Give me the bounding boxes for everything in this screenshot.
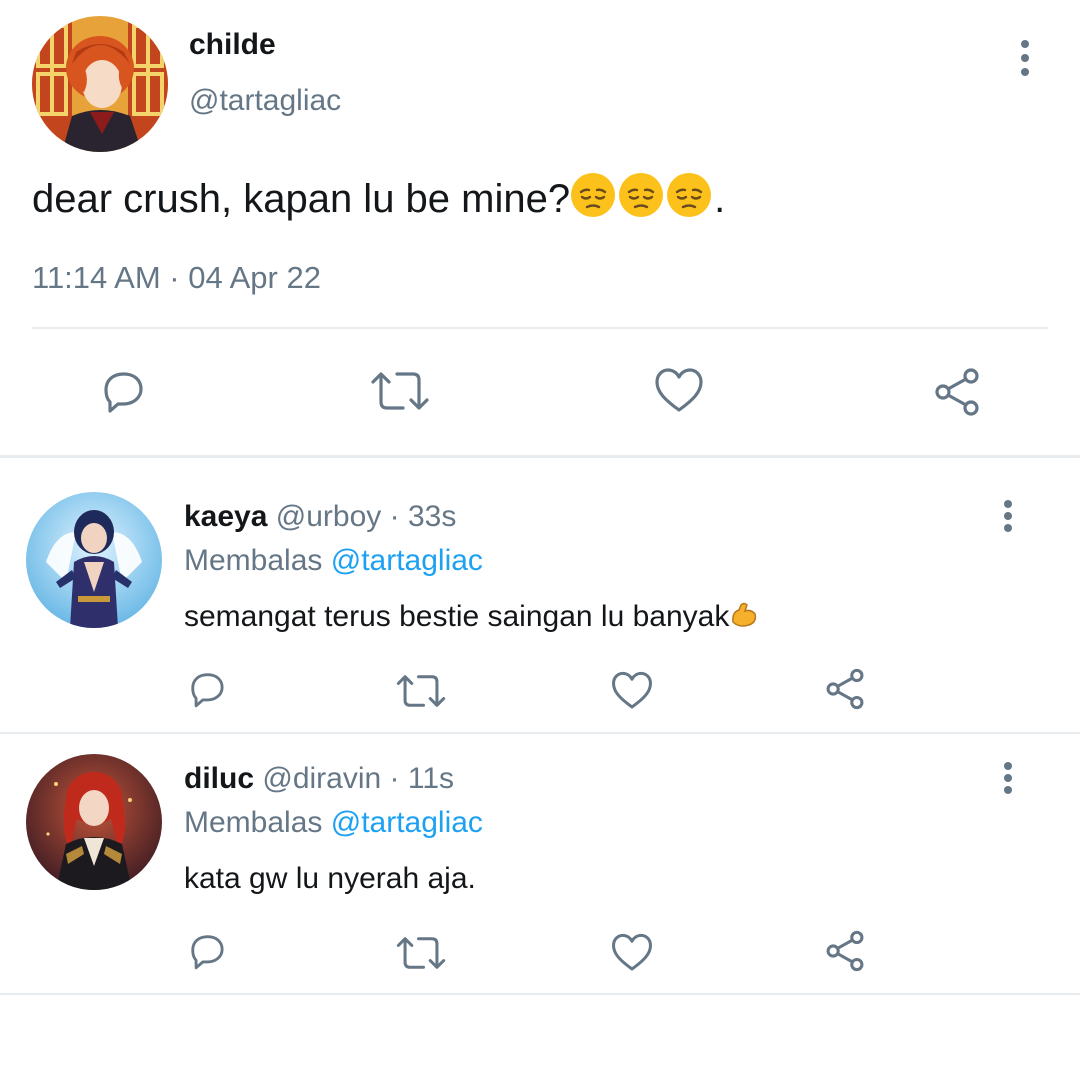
author-name[interactable]: childe: [189, 28, 276, 62]
author-name[interactable]: diluc: [184, 762, 254, 795]
more-options-icon[interactable]: [998, 500, 1018, 532]
reply-header: kaeya @urboy · 33s: [184, 500, 456, 534]
pensive-face-emoji: [618, 172, 664, 228]
divider: [0, 455, 1080, 458]
like-icon[interactable]: [653, 366, 705, 416]
flexed-biceps-emoji: [729, 600, 759, 638]
divider: [0, 732, 1080, 734]
reply-icon[interactable]: [186, 930, 228, 972]
retweet-icon[interactable]: [369, 366, 431, 416]
mention-link[interactable]: @tartagliac: [331, 544, 483, 577]
reply-time: 11s: [407, 762, 455, 795]
more-options-icon[interactable]: [998, 762, 1018, 794]
replying-label: Membalas: [184, 544, 323, 577]
retweet-icon[interactable]: [395, 670, 447, 712]
reply-text: kata gw lu nyerah aja.: [184, 862, 476, 895]
reply-icon[interactable]: [186, 668, 228, 710]
pensive-face-emoji: [666, 172, 712, 228]
share-icon[interactable]: [823, 667, 867, 711]
avatar[interactable]: [32, 16, 168, 152]
like-icon[interactable]: [610, 932, 654, 974]
divider: [0, 993, 1080, 995]
share-icon[interactable]: [823, 929, 867, 973]
tweet-text-suffix: .: [714, 177, 726, 221]
reply-icon[interactable]: [98, 366, 148, 416]
separator: ·: [389, 500, 400, 533]
replying-label: Membalas: [184, 806, 323, 839]
author-handle[interactable]: @tartagliac: [189, 84, 341, 118]
reply-header: diluc @diravin · 11s: [184, 762, 454, 796]
pensive-face-emoji: [570, 172, 616, 228]
divider: [32, 327, 1048, 329]
author-handle[interactable]: @diravin: [262, 762, 381, 795]
like-icon[interactable]: [610, 670, 654, 712]
reply-time: 33s: [407, 500, 457, 533]
reply-text-body: semangat terus bestie saingan lu banyak: [184, 600, 730, 633]
author-handle[interactable]: @urboy: [276, 500, 382, 533]
share-icon[interactable]: [931, 366, 983, 418]
reply-text: semangat terus bestie saingan lu banyak: [184, 600, 761, 638]
more-options-icon[interactable]: [1015, 40, 1035, 76]
separator: ·: [389, 762, 400, 795]
replying-to: Membalas @tartagliac: [184, 544, 483, 578]
tweet-text-body: dear crush, kapan lu be mine?: [32, 177, 571, 221]
tweet-text: dear crush, kapan lu be mine?.: [32, 172, 725, 228]
avatar[interactable]: [26, 754, 162, 890]
author-name[interactable]: kaeya: [184, 500, 267, 533]
mention-link[interactable]: @tartagliac: [331, 806, 483, 839]
avatar[interactable]: [26, 492, 162, 628]
retweet-icon[interactable]: [395, 932, 447, 974]
tweet-timestamp: 11:14 AM · 04 Apr 22: [32, 260, 321, 295]
replying-to: Membalas @tartagliac: [184, 806, 483, 840]
